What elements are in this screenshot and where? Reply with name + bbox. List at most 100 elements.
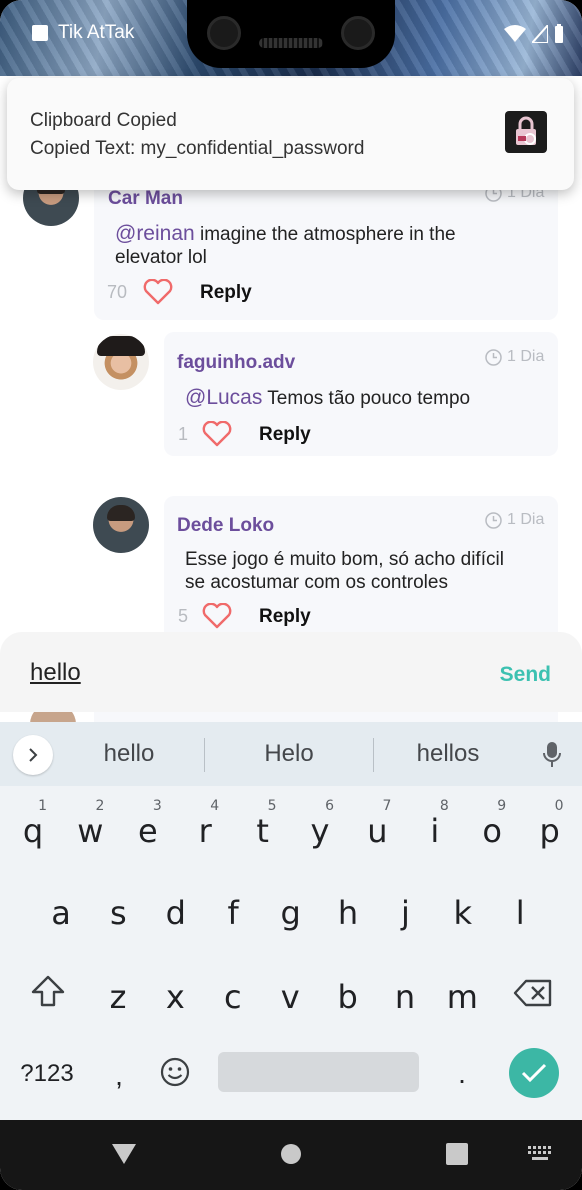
reply-button[interactable]: Reply	[259, 424, 311, 446]
comment-text-line1: Temos tão pouco tempo	[267, 388, 471, 409]
divider	[204, 738, 205, 772]
comment-text-line1: Esse jogo é muito bom, só acho difícil	[185, 549, 504, 570]
suggestion-3[interactable]: hellos	[383, 740, 513, 768]
home-circle-icon[interactable]	[280, 1143, 302, 1165]
comment-author[interactable]: Car Man	[108, 188, 183, 210]
key-label: e	[137, 812, 158, 850]
key-t[interactable]: t5	[235, 798, 291, 864]
key-number-hint: 9	[497, 798, 507, 814]
key-label: q	[22, 812, 44, 850]
speaker-grille	[259, 38, 323, 48]
avatar[interactable]	[93, 334, 149, 390]
heart-icon[interactable]	[143, 279, 173, 305]
key-label: i	[430, 812, 440, 850]
period-key[interactable]: .	[445, 1058, 479, 1090]
wifi-icon	[504, 25, 526, 42]
key-f[interactable]: f	[205, 882, 261, 946]
app-notification-icon	[32, 25, 48, 41]
recents-square-icon[interactable]	[446, 1143, 468, 1165]
suggestion-1[interactable]: hello	[64, 740, 194, 768]
key-number-hint: 6	[325, 798, 334, 814]
key-number-hint: 7	[382, 798, 392, 814]
mention-link[interactable]: @reinan	[115, 222, 195, 245]
like-count: 70	[107, 282, 128, 302]
key-s[interactable]: s	[90, 882, 146, 946]
status-bar-left: Tik AtTak	[32, 22, 134, 44]
clock-icon	[485, 511, 502, 529]
key-number-hint: 8	[439, 798, 449, 814]
like-count: 1	[178, 424, 189, 444]
camera-icon	[207, 16, 241, 50]
key-label: u	[367, 812, 388, 850]
comment-input-bar: hello Send	[0, 632, 582, 720]
key-g[interactable]: g	[263, 882, 319, 946]
key-a[interactable]: a	[33, 882, 89, 946]
key-x[interactable]: x	[147, 966, 203, 1030]
key-label: n	[394, 978, 416, 1016]
comment-time: 1 Dia	[485, 511, 544, 529]
key-number-hint: 0	[554, 798, 564, 814]
key-v[interactable]: v	[262, 966, 318, 1030]
enter-key[interactable]	[509, 1048, 559, 1098]
heart-icon[interactable]	[202, 603, 232, 629]
back-triangle-icon[interactable]	[112, 1144, 136, 1164]
key-e[interactable]: e3	[120, 798, 176, 864]
backspace-key[interactable]	[512, 978, 554, 1010]
shift-key[interactable]	[28, 974, 68, 1014]
microphone-icon[interactable]	[542, 741, 562, 769]
key-number-hint: 2	[95, 798, 105, 814]
key-q[interactable]: q1	[5, 798, 61, 864]
suggestion-2[interactable]: Helo	[224, 740, 354, 768]
key-label: m	[446, 978, 478, 1016]
signal-icon	[532, 25, 548, 43]
camera-notch	[187, 0, 395, 68]
comment-item: Dede Loko 1 Dia Esse jogo é muito bom, s…	[0, 486, 582, 632]
key-label: h	[337, 894, 359, 932]
comma-key[interactable]: ,	[102, 1060, 136, 1092]
emoji-key[interactable]	[158, 1056, 192, 1090]
reply-button[interactable]: Reply	[200, 282, 252, 304]
key-label: s	[110, 894, 127, 932]
heart-icon[interactable]	[202, 421, 232, 447]
expand-suggestions-button[interactable]	[13, 735, 53, 775]
clipboard-notification[interactable]: Clipboard Copied Copied Text: my_confide…	[7, 78, 574, 190]
key-y[interactable]: y6	[292, 798, 348, 864]
key-n[interactable]: n	[377, 966, 433, 1030]
key-label: a	[51, 894, 71, 932]
key-w[interactable]: w2	[62, 798, 118, 864]
key-p[interactable]: p0	[522, 798, 578, 864]
comment-text-line2: se acostumar com os controles	[185, 572, 448, 593]
mention-link[interactable]: @Lucas	[185, 386, 262, 409]
key-i[interactable]: i8	[407, 798, 463, 864]
key-label: k	[453, 894, 473, 932]
space-key[interactable]	[218, 1052, 419, 1092]
comment-text: Esse jogo é muito bom, só acho difícil s…	[185, 548, 545, 594]
key-c[interactable]: c	[205, 966, 261, 1030]
key-r[interactable]: r4	[177, 798, 233, 864]
comment-author[interactable]: Dede Loko	[177, 515, 274, 537]
key-b[interactable]: b	[320, 966, 376, 1030]
key-d[interactable]: d	[148, 882, 204, 946]
key-label: c	[224, 978, 242, 1016]
key-m[interactable]: m	[434, 966, 490, 1030]
key-label: g	[280, 894, 301, 932]
comment-author[interactable]: faguinho.adv	[177, 352, 295, 374]
key-l[interactable]: l	[492, 882, 548, 946]
comment-input[interactable]: hello	[30, 659, 81, 687]
chevron-right-icon	[29, 748, 38, 762]
suggestion-strip: hello Helo hellos	[0, 722, 582, 786]
avatar[interactable]	[93, 497, 149, 553]
symbols-key[interactable]: ?123	[10, 1060, 84, 1088]
emoji-icon	[160, 1057, 190, 1087]
key-k[interactable]: k	[435, 882, 491, 946]
key-o[interactable]: o9	[464, 798, 520, 864]
key-u[interactable]: u7	[349, 798, 405, 864]
key-h[interactable]: h	[320, 882, 376, 946]
keyboard-switch-icon[interactable]	[528, 1146, 552, 1162]
reply-button[interactable]: Reply	[259, 606, 311, 628]
key-z[interactable]: z	[90, 966, 146, 1030]
clock-icon	[485, 348, 502, 366]
comment-text: @Lucas Temos tão pouco tempo	[185, 386, 545, 410]
send-button[interactable]: Send	[500, 663, 551, 687]
key-j[interactable]: j	[377, 882, 433, 946]
